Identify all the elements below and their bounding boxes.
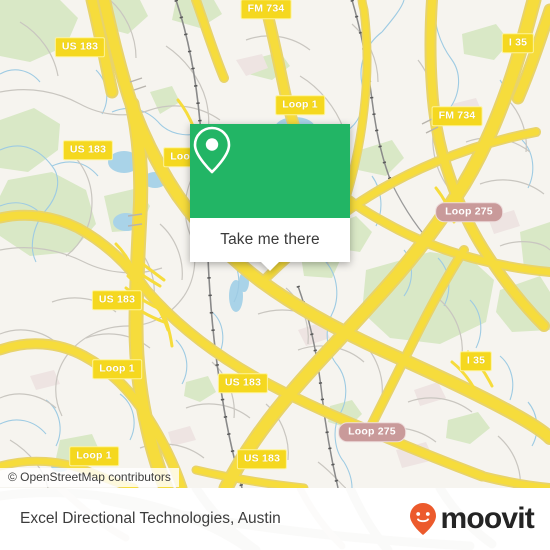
moovit-logo[interactable]: moovit [408,502,535,536]
road-shield-i35-mid: I 35 [459,351,493,371]
road-shield-loop1-mid: Loop 1 [92,359,142,379]
road-shield-us183-e: US 183 [236,449,288,469]
road-shield-loop1-bottom: Loop 1 [69,446,119,466]
road-shield-us183-c: US 183 [91,290,143,310]
road-shield-loop275-a: Loop 275 [435,202,503,222]
road-shield-loop275-b: Loop 275 [338,422,406,442]
road-shield-loop1-top: Loop 1 [275,95,325,115]
road-shield-us183-d: US 183 [217,373,269,393]
popup-icon-area [190,124,350,218]
map-canvas[interactable]: FM 734 I 35 US 183 Loop 1 FM 734 US 183 Loop 1… [0,0,550,488]
popup-pointer-arrow [260,261,280,271]
popup-action-area[interactable]: Take me there [190,218,350,271]
footer-bar: Excel Directional Technologies, Austin m… [0,488,550,550]
moovit-wordmark: moovit [440,502,534,535]
road-shield-us183-a: US 183 [54,37,106,57]
map-screenshot-root: FM 734 I 35 US 183 Loop 1 FM 734 US 183 Loop 1… [0,0,550,550]
road-shield-fm734-top: FM 734 [240,0,292,19]
place-popup-card[interactable]: Take me there [190,124,350,271]
road-shield-fm734-right: FM 734 [431,106,483,126]
road-shield-i35-top: I 35 [501,33,535,53]
moovit-pin-icon [410,503,437,535]
place-title: Excel Directional Technologies, Austin [20,510,281,527]
map-attribution[interactable]: © OpenStreetMap contributors [0,468,179,487]
take-me-there-label: Take me there [220,231,320,248]
location-pin-icon [193,126,231,174]
road-shield-us183-b: US 183 [62,140,114,160]
